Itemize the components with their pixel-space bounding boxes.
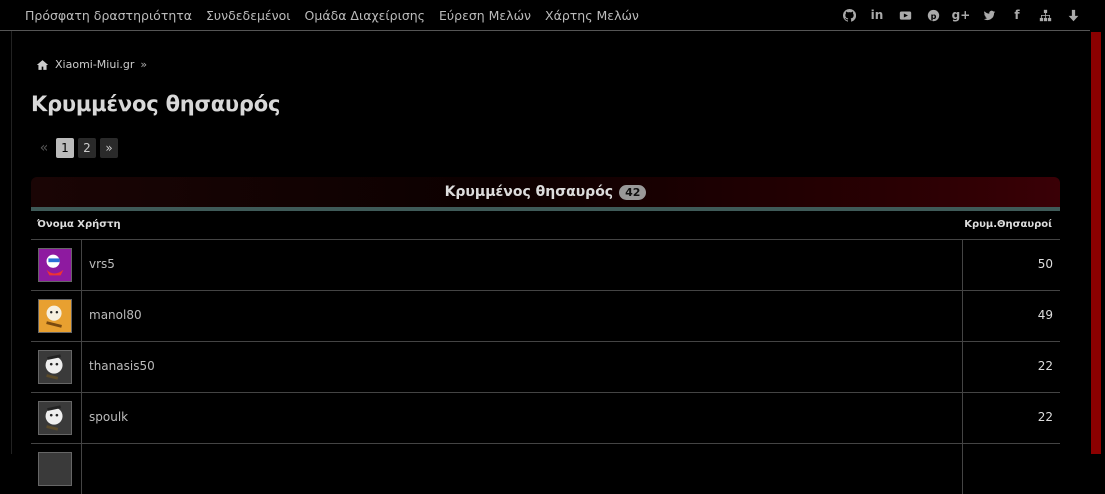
- breadcrumb: Xiaomi-Miui.gr »: [36, 58, 147, 71]
- pager-prev: «: [39, 140, 49, 156]
- nav-staff[interactable]: Ομάδα Διαχείρισης: [305, 8, 425, 23]
- col-username: Όνομα Χρήστη: [37, 219, 121, 230]
- avatar[interactable]: [38, 452, 72, 486]
- avatar[interactable]: [38, 299, 72, 333]
- table-row-partial: [31, 443, 1060, 494]
- pinterest-icon[interactable]: p: [926, 8, 940, 22]
- twitter-icon[interactable]: [982, 8, 996, 22]
- pagination: « 1 2 »: [36, 138, 118, 158]
- youtube-icon[interactable]: [898, 8, 912, 22]
- arrow-down-icon[interactable]: [1066, 8, 1080, 22]
- block-header: Κρυμμένος θησαυρός 42: [31, 177, 1060, 207]
- page-title: Κρυμμένος θησαυρός: [31, 92, 281, 116]
- nav-members-map[interactable]: Χάρτης Μελών: [545, 8, 639, 23]
- username[interactable]: spoulk: [89, 410, 128, 424]
- header-underline: [31, 207, 1060, 211]
- nav-online-users[interactable]: Συνδεδεμένοι: [206, 8, 291, 23]
- avatar[interactable]: [38, 350, 72, 384]
- table-row: vrs5 50: [31, 239, 1060, 290]
- avatar[interactable]: [38, 401, 72, 435]
- right-accent-strip: [1090, 0, 1105, 454]
- github-icon[interactable]: [842, 8, 856, 22]
- linkedin-icon[interactable]: in: [870, 8, 884, 22]
- breadcrumb-separator: »: [140, 58, 148, 71]
- nav-links: Πρόσφατη δραστηριότητα Συνδεδεμένοι Ομάδ…: [25, 8, 639, 23]
- pager-next[interactable]: »: [100, 138, 118, 158]
- treasure-count: 49: [1037, 308, 1053, 322]
- nav-find-members[interactable]: Εύρεση Μελών: [439, 8, 531, 23]
- table-row: manol80 49: [31, 290, 1060, 341]
- treasure-count: 22: [1037, 359, 1053, 373]
- username[interactable]: manol80: [89, 308, 142, 322]
- treasure-count: 22: [1037, 410, 1053, 424]
- pager-page-2[interactable]: 2: [78, 138, 96, 158]
- breadcrumb-home[interactable]: Xiaomi-Miui.gr: [55, 58, 134, 71]
- nav-recent-activity[interactable]: Πρόσφατη δραστηριότητα: [25, 8, 192, 23]
- table-row: spoulk 22: [31, 392, 1060, 443]
- top-navigation: Πρόσφατη δραστηριότητα Συνδεδεμένοι Ομάδ…: [0, 0, 1090, 31]
- table-row: thanasis50 22: [31, 341, 1060, 392]
- col-hidden-treasures: Κρυμ.Θησαυροί: [964, 219, 1052, 230]
- username[interactable]: thanasis50: [89, 359, 155, 373]
- treasure-count: 50: [1037, 257, 1053, 271]
- pager-page-1[interactable]: 1: [56, 138, 74, 158]
- google-plus-icon[interactable]: g+: [952, 8, 971, 22]
- content-border: [11, 31, 12, 454]
- facebook-icon[interactable]: f: [1010, 8, 1024, 22]
- sitemap-icon[interactable]: [1038, 8, 1052, 22]
- svg-text:p: p: [930, 10, 936, 20]
- social-icons: in p g+ f: [842, 8, 1080, 22]
- block-title: Κρυμμένος θησαυρός: [444, 184, 614, 200]
- username[interactable]: vrs5: [89, 257, 115, 271]
- avatar[interactable]: [38, 248, 72, 282]
- home-icon[interactable]: [36, 59, 49, 71]
- count-badge: 42: [619, 184, 647, 200]
